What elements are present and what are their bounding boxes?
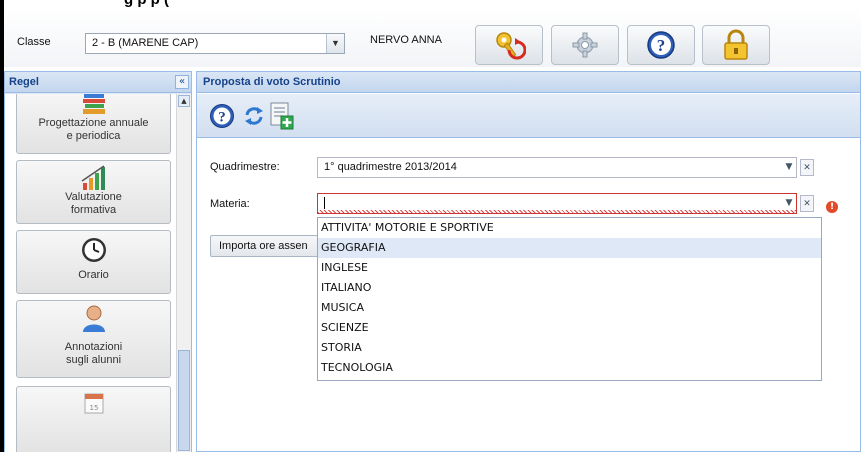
cropped-title-strip: g p p (	[4, 0, 861, 9]
key-refresh-icon	[496, 32, 526, 60]
gear-icon	[572, 32, 598, 58]
clear-icon[interactable]: ✕	[800, 159, 814, 176]
cropped-title: g p p (	[124, 0, 169, 8]
main-panel: Proposta di voto Scrutinio ? Quadrimestr…	[196, 71, 861, 452]
materia-option[interactable]: ITALIANO	[318, 278, 821, 298]
lock-icon	[724, 29, 748, 60]
svg-text:?: ?	[218, 110, 226, 126]
materia-option[interactable]: TECNOLOGIA	[318, 358, 821, 378]
refresh-button[interactable]	[239, 101, 269, 131]
teacher-name: NERVO ANNA	[370, 34, 442, 46]
header-bar: Classe 2 - B (MARENE CAP) ▼ NERVO ANNA ?	[4, 9, 861, 67]
help-icon: ?	[647, 31, 675, 59]
classe-select[interactable]: 2 - B (MARENE CAP) ▼	[85, 33, 345, 54]
invalid-underline	[318, 210, 796, 213]
app-window: g p p ( Classe 2 - B (MARENE CAP) ▼ NERV…	[4, 0, 861, 452]
chevron-down-icon[interactable]: ▼	[326, 34, 344, 53]
svg-text:?: ?	[657, 36, 666, 55]
materia-option[interactable]: INGLESE	[318, 258, 821, 278]
nav-annotazioni[interactable]: Annotazioni sugli alunni	[16, 300, 171, 378]
materia-label: Materia:	[210, 198, 250, 210]
settings-button[interactable]	[551, 25, 619, 65]
nav-orario[interactable]: Orario	[16, 230, 171, 294]
left-panel-title: Regel	[9, 76, 39, 88]
refresh-icon	[245, 107, 263, 125]
nav-label: Valutazione formativa	[65, 191, 122, 216]
left-panel-body: Progettazione annuale e periodica Valuta…	[5, 94, 191, 452]
help-icon: ?	[210, 104, 234, 128]
import-label: Importa ore assen	[219, 240, 308, 252]
growth-chart-icon	[17, 161, 170, 191]
classe-label: Classe	[17, 36, 51, 48]
nav-label: Orario	[78, 269, 109, 281]
nav-progettazione[interactable]: Progettazione annuale e periodica	[16, 94, 171, 154]
help-button[interactable]: ?	[627, 25, 695, 65]
materia-option[interactable]: STORIA	[318, 338, 821, 358]
quadrimestre-select[interactable]: 1° quadrimestre 2013/2014	[317, 157, 797, 178]
clear-icon[interactable]: ✕	[800, 195, 814, 212]
materia-option-highlighted[interactable]: GEOGRAFIA	[318, 238, 821, 258]
left-scrollbar[interactable]: ▲	[176, 94, 191, 452]
scroll-thumb[interactable]	[178, 350, 190, 451]
collapse-panel-button[interactable]: «	[175, 75, 189, 89]
chevron-down-icon[interactable]: ▼	[782, 159, 796, 176]
text-caret	[324, 197, 325, 210]
calendar-icon: 15	[17, 387, 170, 414]
nav-calendar[interactable]: 15	[16, 386, 171, 452]
change-class-button[interactable]	[475, 25, 543, 65]
main-panel-header: Proposta di voto Scrutinio	[197, 72, 860, 93]
materia-option[interactable]: ATTIVITA' MOTORIE E SPORTIVE	[318, 218, 821, 238]
nav-label: Progettazione annuale e periodica	[38, 117, 149, 142]
classe-select-value: 2 - B (MARENE CAP)	[92, 37, 199, 49]
new-document-icon	[270, 102, 294, 130]
svg-text:15: 15	[89, 404, 98, 412]
nav-label: Annotazioni sugli alunni	[64, 341, 123, 366]
toolbar-help-button[interactable]: ?	[207, 101, 237, 131]
materia-option[interactable]: SCIENZE	[318, 318, 821, 338]
main-panel-title: Proposta di voto Scrutinio	[203, 76, 341, 88]
clock-icon	[17, 231, 170, 264]
left-panel-header: Regel «	[5, 72, 191, 93]
quadrimestre-value: 1° quadrimestre 2013/2014	[324, 161, 457, 173]
nav-valutazione[interactable]: Valutazione formativa	[16, 160, 171, 224]
new-document-button[interactable]	[267, 101, 297, 131]
lock-button[interactable]	[702, 25, 770, 65]
error-icon: !	[826, 201, 838, 213]
left-panel: Regel « Progettazione annuale e periodic…	[4, 71, 192, 452]
chevron-down-icon[interactable]: ▼	[782, 195, 796, 212]
student-icon	[17, 301, 170, 333]
materia-option[interactable]: MUSICA	[318, 298, 821, 318]
materia-input[interactable]	[317, 193, 797, 214]
materia-dropdown-list: ATTIVITA' MOTORIE E SPORTIVE GEOGRAFIA I…	[317, 217, 822, 381]
toolbar: ?	[197, 94, 860, 138]
scroll-up-arrow[interactable]: ▲	[178, 95, 190, 107]
quadrimestre-label: Quadrimestre:	[210, 161, 280, 173]
books-icon	[17, 94, 170, 117]
